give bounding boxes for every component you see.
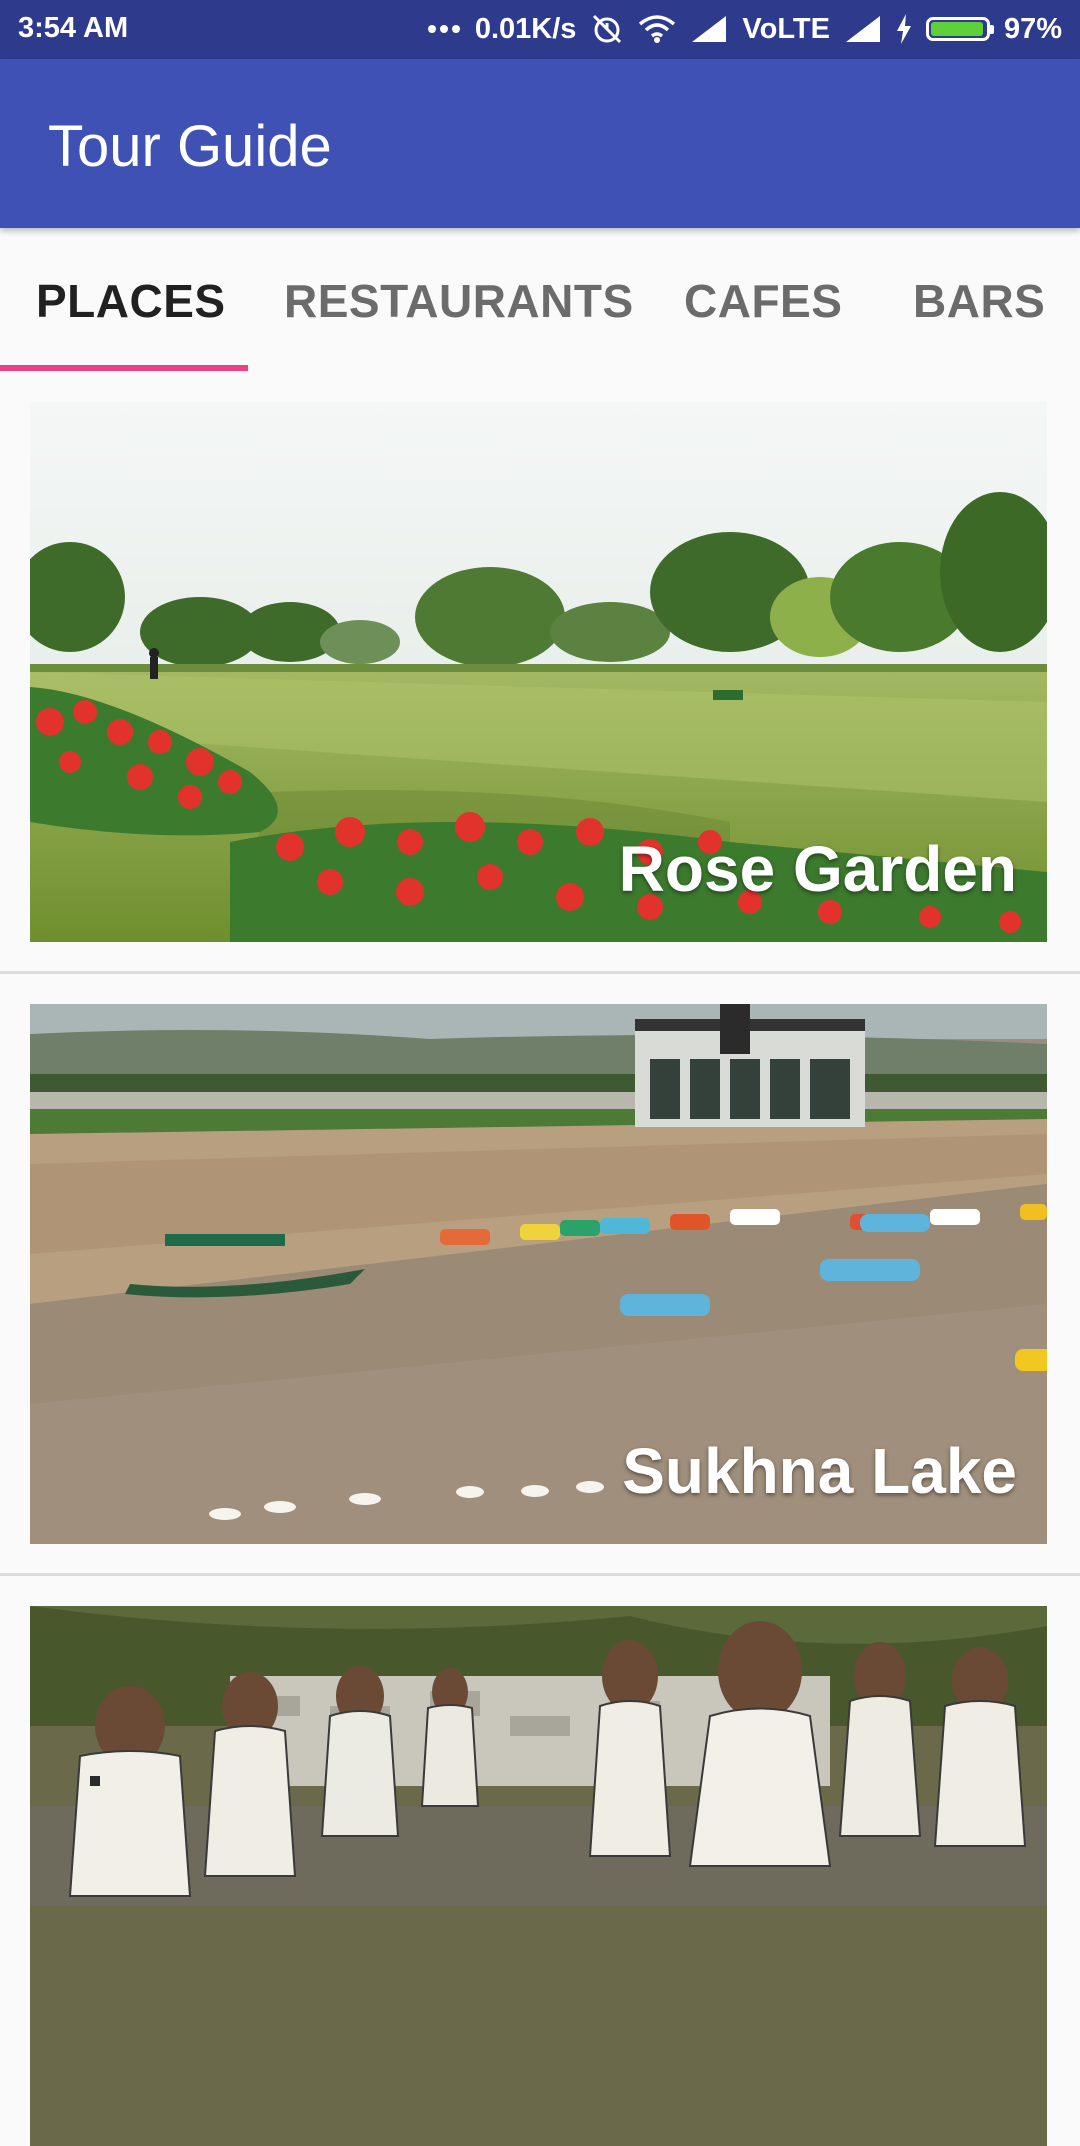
tab-indicator [0, 365, 248, 371]
battery-percent: 97% [1003, 12, 1062, 45]
tab-places[interactable]: PLACES [36, 274, 226, 328]
signal-icon [844, 14, 882, 44]
app-title: Tour Guide [48, 114, 332, 179]
wifi-icon [638, 14, 676, 44]
charging-icon [896, 14, 912, 44]
tab-bars[interactable]: BARS [913, 274, 1045, 328]
app-bar: Tour Guide [0, 59, 1080, 228]
divider [0, 971, 1080, 974]
divider [0, 1573, 1080, 1576]
list-item-sukhna-lake[interactable]: Sukhna Lake [30, 1004, 1047, 1544]
status-time: 3:54 AM [18, 12, 129, 44]
status-bar: 3:54 AM 0.01K/s VoLTE 97% [0, 0, 1080, 59]
place-image [30, 1606, 1047, 2146]
place-name: Rose Garden [618, 833, 1017, 905]
alarm-off-icon [590, 12, 624, 46]
list-item-place[interactable] [30, 1606, 1047, 2146]
list-item-rose-garden[interactable]: Rose Garden [30, 402, 1047, 942]
signal-icon [690, 14, 728, 44]
tab-cafes[interactable]: CAFES [684, 274, 842, 328]
more-dots-icon [427, 24, 461, 34]
status-icons: 0.01K/s VoLTE 97% [427, 10, 1062, 48]
tab-restaurants[interactable]: RESTAURANTS [284, 274, 634, 328]
tab-bar: PLACES RESTAURANTS CAFES BARS [0, 228, 1080, 371]
place-name: Sukhna Lake [622, 1435, 1017, 1507]
network-type: VoLTE [742, 12, 830, 45]
network-speed: 0.01K/s [474, 12, 577, 45]
battery-icon [925, 17, 994, 41]
